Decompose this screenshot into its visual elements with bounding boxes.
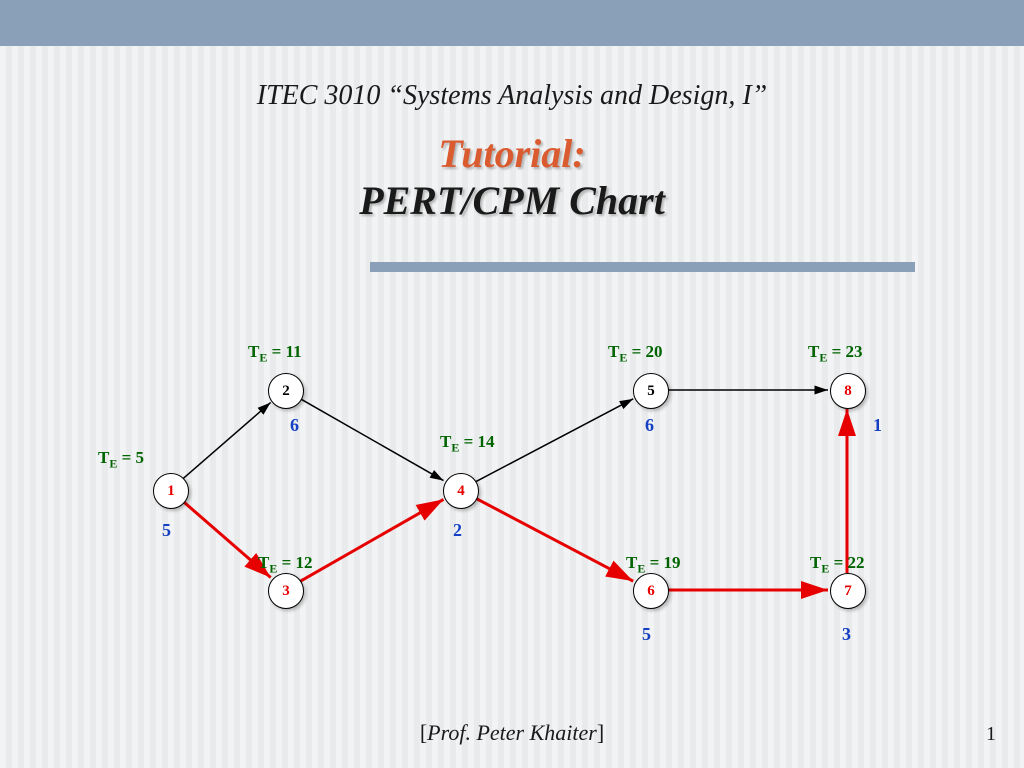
edge-duration: 6 bbox=[290, 415, 299, 436]
title-prefix: Tutorial: bbox=[438, 131, 585, 176]
author-credit: [Prof. Peter Khaiter] bbox=[0, 720, 1024, 746]
title-underline bbox=[370, 262, 915, 272]
edge-duration: 3 bbox=[842, 624, 851, 645]
edge-duration: 5 bbox=[162, 520, 171, 541]
edge-duration: 1 bbox=[873, 415, 882, 436]
edge-2-4 bbox=[300, 398, 444, 480]
te-label-5: TE = 20 bbox=[608, 342, 663, 365]
title-main: PERT/CPM Chart bbox=[359, 178, 665, 223]
edge-4-6 bbox=[475, 498, 633, 581]
te-label-4: TE = 14 bbox=[440, 432, 495, 455]
page-number: 1 bbox=[986, 723, 996, 746]
edge-3-4 bbox=[300, 499, 444, 581]
te-label-8: TE = 23 bbox=[808, 342, 863, 365]
top-accent-bar bbox=[0, 0, 1024, 46]
edge-4-5 bbox=[475, 399, 633, 482]
chart-edges bbox=[0, 300, 1024, 720]
node-1: 1 bbox=[153, 473, 189, 509]
node-6: 6 bbox=[633, 573, 669, 609]
edge-duration: 6 bbox=[645, 415, 654, 436]
node-4: 4 bbox=[443, 473, 479, 509]
te-label-3: TE = 12 bbox=[258, 553, 313, 576]
course-title: ITEC 3010 “Systems Analysis and Design, … bbox=[0, 80, 1024, 112]
node-3: 3 bbox=[268, 573, 304, 609]
node-8: 8 bbox=[830, 373, 866, 409]
edge-duration: 2 bbox=[453, 520, 462, 541]
node-2: 2 bbox=[268, 373, 304, 409]
te-label-7: TE = 22 bbox=[810, 553, 865, 576]
te-label-6: TE = 19 bbox=[626, 553, 681, 576]
slide-title: Tutorial: PERT/CPM Chart bbox=[0, 130, 1024, 224]
edge-duration: 5 bbox=[642, 624, 651, 645]
node-5: 5 bbox=[633, 373, 669, 409]
edge-1-2 bbox=[183, 402, 271, 478]
pert-chart: 65265311TE = 52TE = 113TE = 124TE = 145T… bbox=[0, 300, 1024, 720]
te-label-1: TE = 5 bbox=[98, 448, 144, 471]
te-label-2: TE = 11 bbox=[248, 342, 302, 365]
node-7: 7 bbox=[830, 573, 866, 609]
